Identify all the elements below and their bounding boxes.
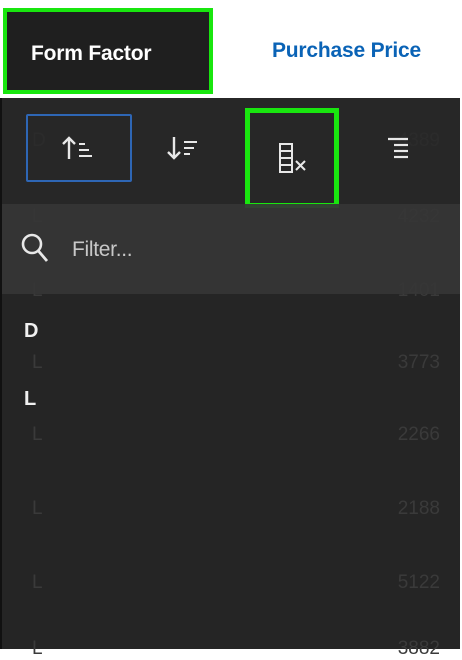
bg-cell: L <box>32 498 43 519</box>
bg-cell: 5122 <box>397 572 440 593</box>
sort-ascending-button[interactable] <box>26 114 132 182</box>
clear-sort-icon <box>279 143 306 173</box>
tab-form-factor-label: Form Factor <box>31 42 152 65</box>
sort-descending-icon <box>167 137 197 160</box>
value-item-l[interactable]: L <box>24 388 36 411</box>
bg-cell: 2266 <box>397 424 440 445</box>
tab-form-factor[interactable]: Form Factor <box>3 8 213 94</box>
sort-descending-button[interactable] <box>134 114 234 182</box>
filter-input[interactable] <box>70 234 434 266</box>
sort-toolbar <box>2 98 460 208</box>
clear-sort-button[interactable] <box>245 108 339 208</box>
align-right-button[interactable] <box>348 114 448 182</box>
column-menu-panel: D 4389 L 4232 L 1401 L 3773 L 2266 L 218… <box>2 98 460 659</box>
bg-cell: L <box>32 638 43 659</box>
bg-cell: 3773 <box>397 352 440 373</box>
bg-cell: 2188 <box>397 498 440 519</box>
search-icon <box>21 233 49 262</box>
tab-purchase-price[interactable]: Purchase Price <box>272 39 421 63</box>
align-right-icon <box>388 137 408 159</box>
bg-cell: L <box>32 352 43 373</box>
filter-bar <box>2 204 460 294</box>
bg-cell: 3882 <box>397 638 440 659</box>
column-header-bar: Form Factor Purchase Price <box>0 0 462 98</box>
sort-ascending-icon <box>62 136 92 159</box>
value-item-d[interactable]: D <box>24 320 38 343</box>
bg-cell: L <box>32 572 43 593</box>
bg-cell: L <box>32 424 43 445</box>
